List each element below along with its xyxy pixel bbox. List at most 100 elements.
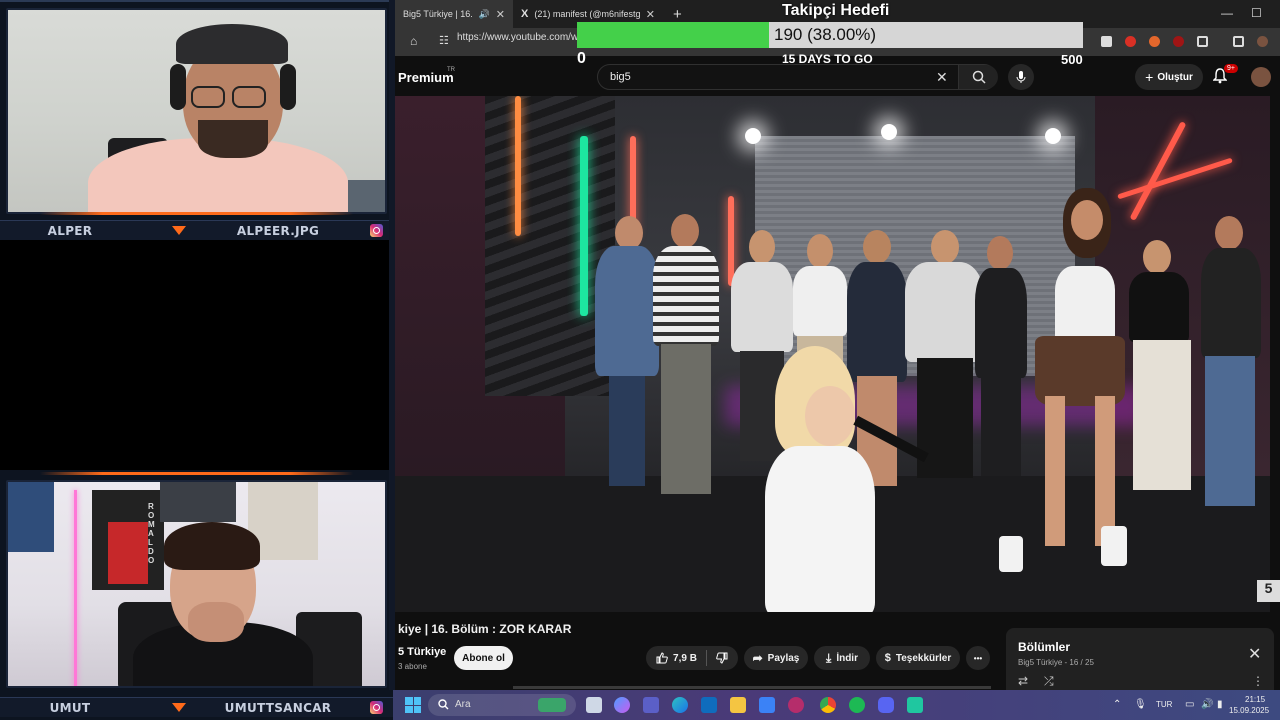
thumbs-down-icon[interactable] bbox=[716, 652, 728, 664]
share-button[interactable]: ➦ Paylaş bbox=[744, 646, 808, 670]
teams-icon[interactable] bbox=[643, 697, 659, 713]
copilot-icon[interactable] bbox=[614, 697, 630, 713]
close-tab-icon[interactable]: ✕ bbox=[496, 8, 505, 21]
spotify-icon[interactable] bbox=[849, 697, 865, 713]
maximize-button[interactable]: ☐ bbox=[1251, 6, 1262, 20]
chapters-panel-title: Bölümler bbox=[1018, 640, 1071, 654]
content-divider bbox=[513, 686, 991, 689]
instagram-icon bbox=[370, 701, 383, 714]
clock-time[interactable]: 21:15 bbox=[1245, 695, 1265, 704]
arrow-down-icon bbox=[172, 226, 186, 235]
app-icon[interactable] bbox=[788, 697, 804, 713]
new-tab-button[interactable]: + bbox=[663, 6, 692, 23]
goal-title: Takipçi Hedefi bbox=[782, 2, 890, 19]
taskbar-search-placeholder: Ara bbox=[455, 699, 471, 710]
file-explorer-icon[interactable] bbox=[730, 697, 746, 713]
microphone-icon bbox=[1016, 71, 1026, 83]
channel-subscribers: 3 abone bbox=[398, 662, 427, 671]
network-icon[interactable]: ▭ bbox=[1185, 699, 1194, 710]
create-button[interactable]: + Oluştur bbox=[1135, 64, 1203, 90]
taskbar-search[interactable]: Ara bbox=[428, 694, 576, 716]
plus-icon: + bbox=[1145, 69, 1154, 85]
chapters-panel: Bölümler Big5 Türkiye - 16 / 25 ✕ ⇄ ⤮ ⋮ bbox=[1006, 628, 1274, 690]
outlook-icon[interactable] bbox=[701, 697, 717, 713]
ublock-icon[interactable] bbox=[1173, 36, 1184, 47]
language-indicator[interactable]: TUR bbox=[1156, 700, 1172, 709]
search-input[interactable]: big5 bbox=[610, 71, 631, 83]
search-button[interactable] bbox=[958, 65, 998, 89]
profile-icon[interactable] bbox=[1257, 36, 1268, 47]
voice-search-button[interactable] bbox=[1008, 64, 1034, 90]
goal-progress-fill bbox=[577, 22, 770, 48]
more-actions-button[interactable]: ••• bbox=[966, 646, 990, 670]
download-button[interactable]: ⤓ İndir bbox=[814, 646, 870, 670]
tab-youtube[interactable]: Big5 Türkiye | 16. Bölü 🔊 ✕ bbox=[395, 0, 513, 28]
webcam-top-namebar: ALPER ALPEER.JPG bbox=[0, 220, 393, 240]
shield-extension-icon[interactable] bbox=[1101, 36, 1112, 47]
tab-search-icon[interactable] bbox=[1233, 36, 1244, 47]
like-button[interactable]: 7,9 B bbox=[656, 652, 697, 664]
x-logo-icon: X bbox=[521, 8, 529, 20]
edge-icon[interactable] bbox=[672, 697, 688, 713]
video-title: kiye | 16. Bölüm : ZOR KARAR bbox=[398, 622, 572, 636]
store-icon[interactable] bbox=[759, 697, 775, 713]
goal-progress-text: 190 (38.00%) bbox=[774, 25, 877, 44]
speaker-icon[interactable]: 🔊 bbox=[479, 9, 490, 20]
minimize-button[interactable]: — bbox=[1221, 6, 1233, 20]
windows-start-icon[interactable] bbox=[405, 697, 421, 713]
chevron-up-icon[interactable]: ⌃ bbox=[1113, 699, 1121, 710]
webcam-top-panel: ALPER ALPEER.JPG bbox=[0, 0, 393, 240]
webcam-top-right-name: ALPEER.JPG bbox=[236, 223, 320, 238]
extension-icon[interactable] bbox=[1149, 36, 1160, 47]
arrow-down-icon bbox=[172, 703, 186, 712]
microphone-icon[interactable]: 🎙 bbox=[1134, 699, 1147, 710]
loop-icon[interactable]: ⇄ bbox=[1018, 674, 1028, 688]
clock-date[interactable]: 15.09.2025 bbox=[1229, 706, 1269, 715]
chrome-icon[interactable] bbox=[820, 697, 836, 713]
side-badge[interactable]: 5 bbox=[1257, 580, 1280, 602]
home-icon[interactable]: ⌂ bbox=[410, 34, 417, 48]
super-thanks-icon: $ bbox=[884, 652, 891, 664]
thanks-button[interactable]: $ Teşekkürler bbox=[876, 646, 960, 670]
search-box: big5 ✕ bbox=[597, 64, 998, 90]
channel-name[interactable]: 5 Türkiye bbox=[398, 646, 446, 658]
create-label: Oluştur bbox=[1157, 71, 1193, 83]
user-avatar[interactable] bbox=[1251, 67, 1271, 87]
chapters-panel-subtitle: Big5 Türkiye - 16 / 25 bbox=[1018, 658, 1094, 667]
share-icon: ➦ bbox=[752, 651, 763, 665]
task-view-icon[interactable] bbox=[586, 697, 602, 713]
thumbs-up-icon bbox=[656, 652, 668, 664]
like-dislike-group: 7,9 B bbox=[646, 646, 738, 670]
subscribe-button[interactable]: Abone ol bbox=[454, 646, 513, 670]
webcam-bottom-video: ROMALDO bbox=[6, 480, 387, 688]
webcam-top-video bbox=[6, 8, 387, 214]
close-icon[interactable]: ✕ bbox=[1248, 644, 1261, 664]
youtube-premium-logo[interactable]: Premium bbox=[398, 70, 454, 85]
more-vert-icon[interactable]: ⋮ bbox=[1252, 674, 1264, 688]
webcam-bottom-namebar: UMUT UMUTTSANCAR bbox=[0, 697, 393, 717]
download-icon: ⤓ bbox=[826, 650, 832, 665]
clear-search-icon[interactable]: ✕ bbox=[936, 69, 948, 86]
youtube-region-label: TR bbox=[447, 67, 455, 73]
app-icon-2[interactable] bbox=[907, 697, 923, 713]
discord-icon[interactable] bbox=[878, 697, 894, 713]
browser-window: Big5 Türkiye | 16. Bölü 🔊 ✕ X (21) manif… bbox=[395, 0, 1280, 690]
close-tab-icon[interactable]: ✕ bbox=[646, 8, 655, 21]
search-icon bbox=[972, 70, 986, 84]
video-player[interactable] bbox=[395, 96, 1270, 612]
webcam-top-left-name: ALPER bbox=[47, 223, 93, 238]
search-icon bbox=[438, 699, 449, 710]
tab-youtube-label: Big5 Türkiye | 16. Bölü bbox=[403, 9, 473, 19]
share-label: Paylaş bbox=[767, 652, 800, 664]
empty-overlay-area bbox=[0, 240, 393, 470]
windows-taskbar: Ara ⌃ 🎙 TUR ▭ 🔊 ▮ 21:15 15.09.2025 bbox=[393, 690, 1280, 720]
volume-icon[interactable]: 🔊 bbox=[1201, 699, 1213, 710]
battery-icon[interactable]: ▮ bbox=[1217, 699, 1223, 710]
puzzle-icon[interactable] bbox=[1197, 36, 1208, 47]
address-bar[interactable]: https://www.youtube.com/wa bbox=[457, 32, 584, 43]
record-extension-icon[interactable] bbox=[1125, 36, 1136, 47]
poster-text: ROMALDO bbox=[148, 502, 155, 565]
shuffle-icon[interactable]: ⤮ bbox=[1044, 674, 1054, 689]
site-info-icon[interactable]: ☷ bbox=[439, 34, 449, 47]
instagram-icon bbox=[370, 224, 383, 237]
